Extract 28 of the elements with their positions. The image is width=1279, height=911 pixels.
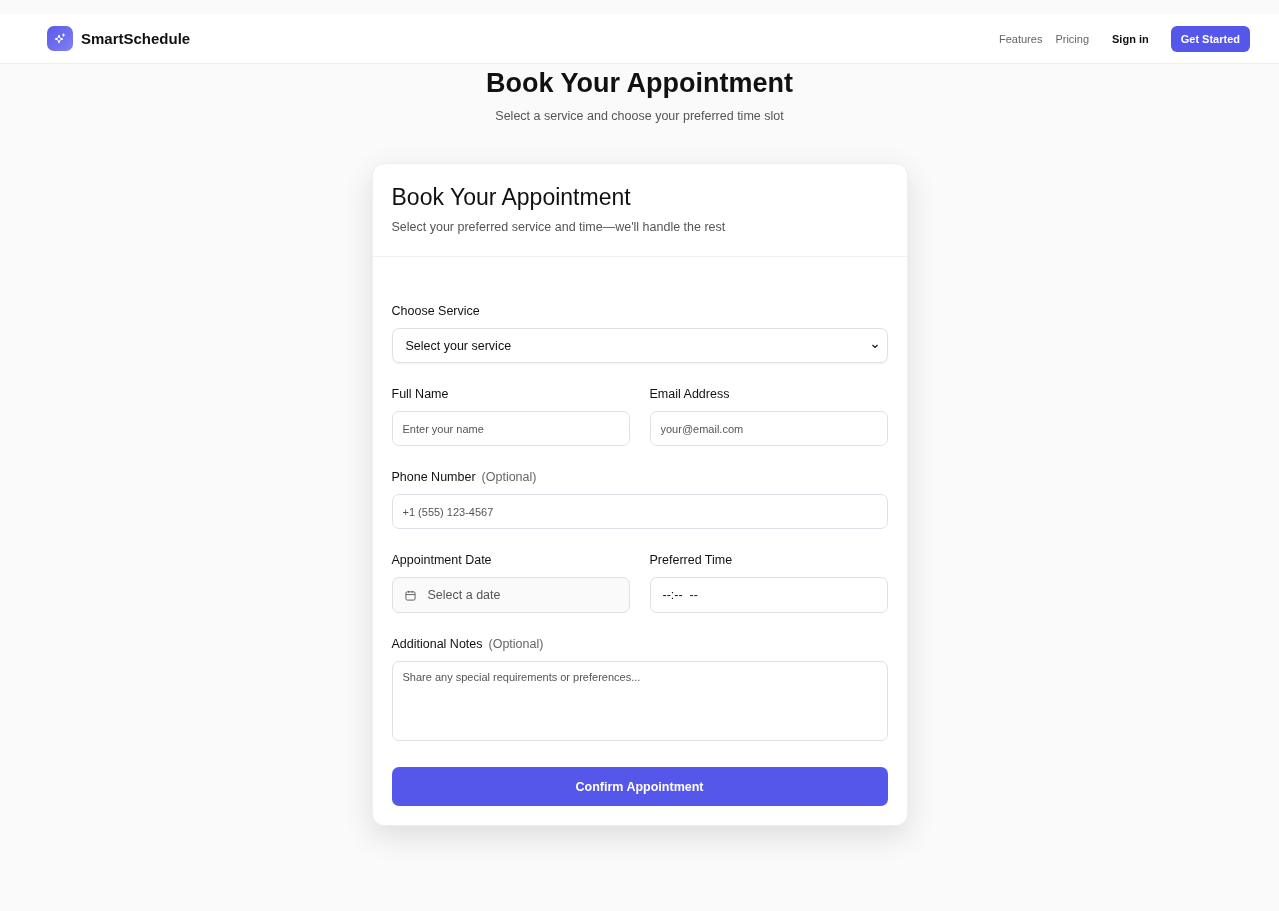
confirm-button[interactable]: Confirm Appointment: [391, 767, 888, 806]
brand-name: SmartSchedule: [81, 30, 191, 47]
nav-link[interactable]: Pricing: [1055, 32, 1090, 45]
input-field[interactable]: your@email.com: [649, 411, 888, 446]
date-field[interactable]: Select a date: [391, 577, 630, 613]
field-label: Email Address: [649, 387, 730, 401]
field-label: Phone Number: [391, 470, 476, 484]
card-subtitle: Select your preferred service and time—we'll handle the rest: [391, 220, 727, 234]
sign-in-link[interactable]: Sign in: [1112, 32, 1149, 45]
field-label: Preferred Time: [649, 553, 733, 567]
get-started-button[interactable]: Get Started: [1170, 25, 1250, 52]
field-label: Choose Service: [391, 304, 480, 318]
service-select[interactable]: Select your service: [391, 328, 888, 363]
nav-link[interactable]: Features: [999, 32, 1043, 45]
sparkle-icon: [47, 26, 73, 51]
optional-note: (Optional): [488, 637, 544, 651]
field-label: Additional Notes: [391, 637, 483, 651]
input-field[interactable]: +1 (555) 123-4567: [391, 494, 888, 529]
page-title: Book Your Appointment: [485, 68, 794, 99]
card-title: Book Your Appointment: [391, 184, 632, 211]
field-label: Full Name: [391, 387, 449, 401]
optional-note: (Optional): [481, 470, 537, 484]
input-field[interactable]: Enter your name: [391, 411, 630, 446]
notes-field[interactable]: Share any special requirements or preferences...: [391, 661, 888, 741]
time-field[interactable]: --:-- --: [649, 577, 888, 613]
field-label: Appointment Date: [391, 553, 492, 567]
page-subtitle: Select a service and choose your preferred time slot: [494, 109, 785, 123]
calendar-icon: [404, 589, 416, 601]
